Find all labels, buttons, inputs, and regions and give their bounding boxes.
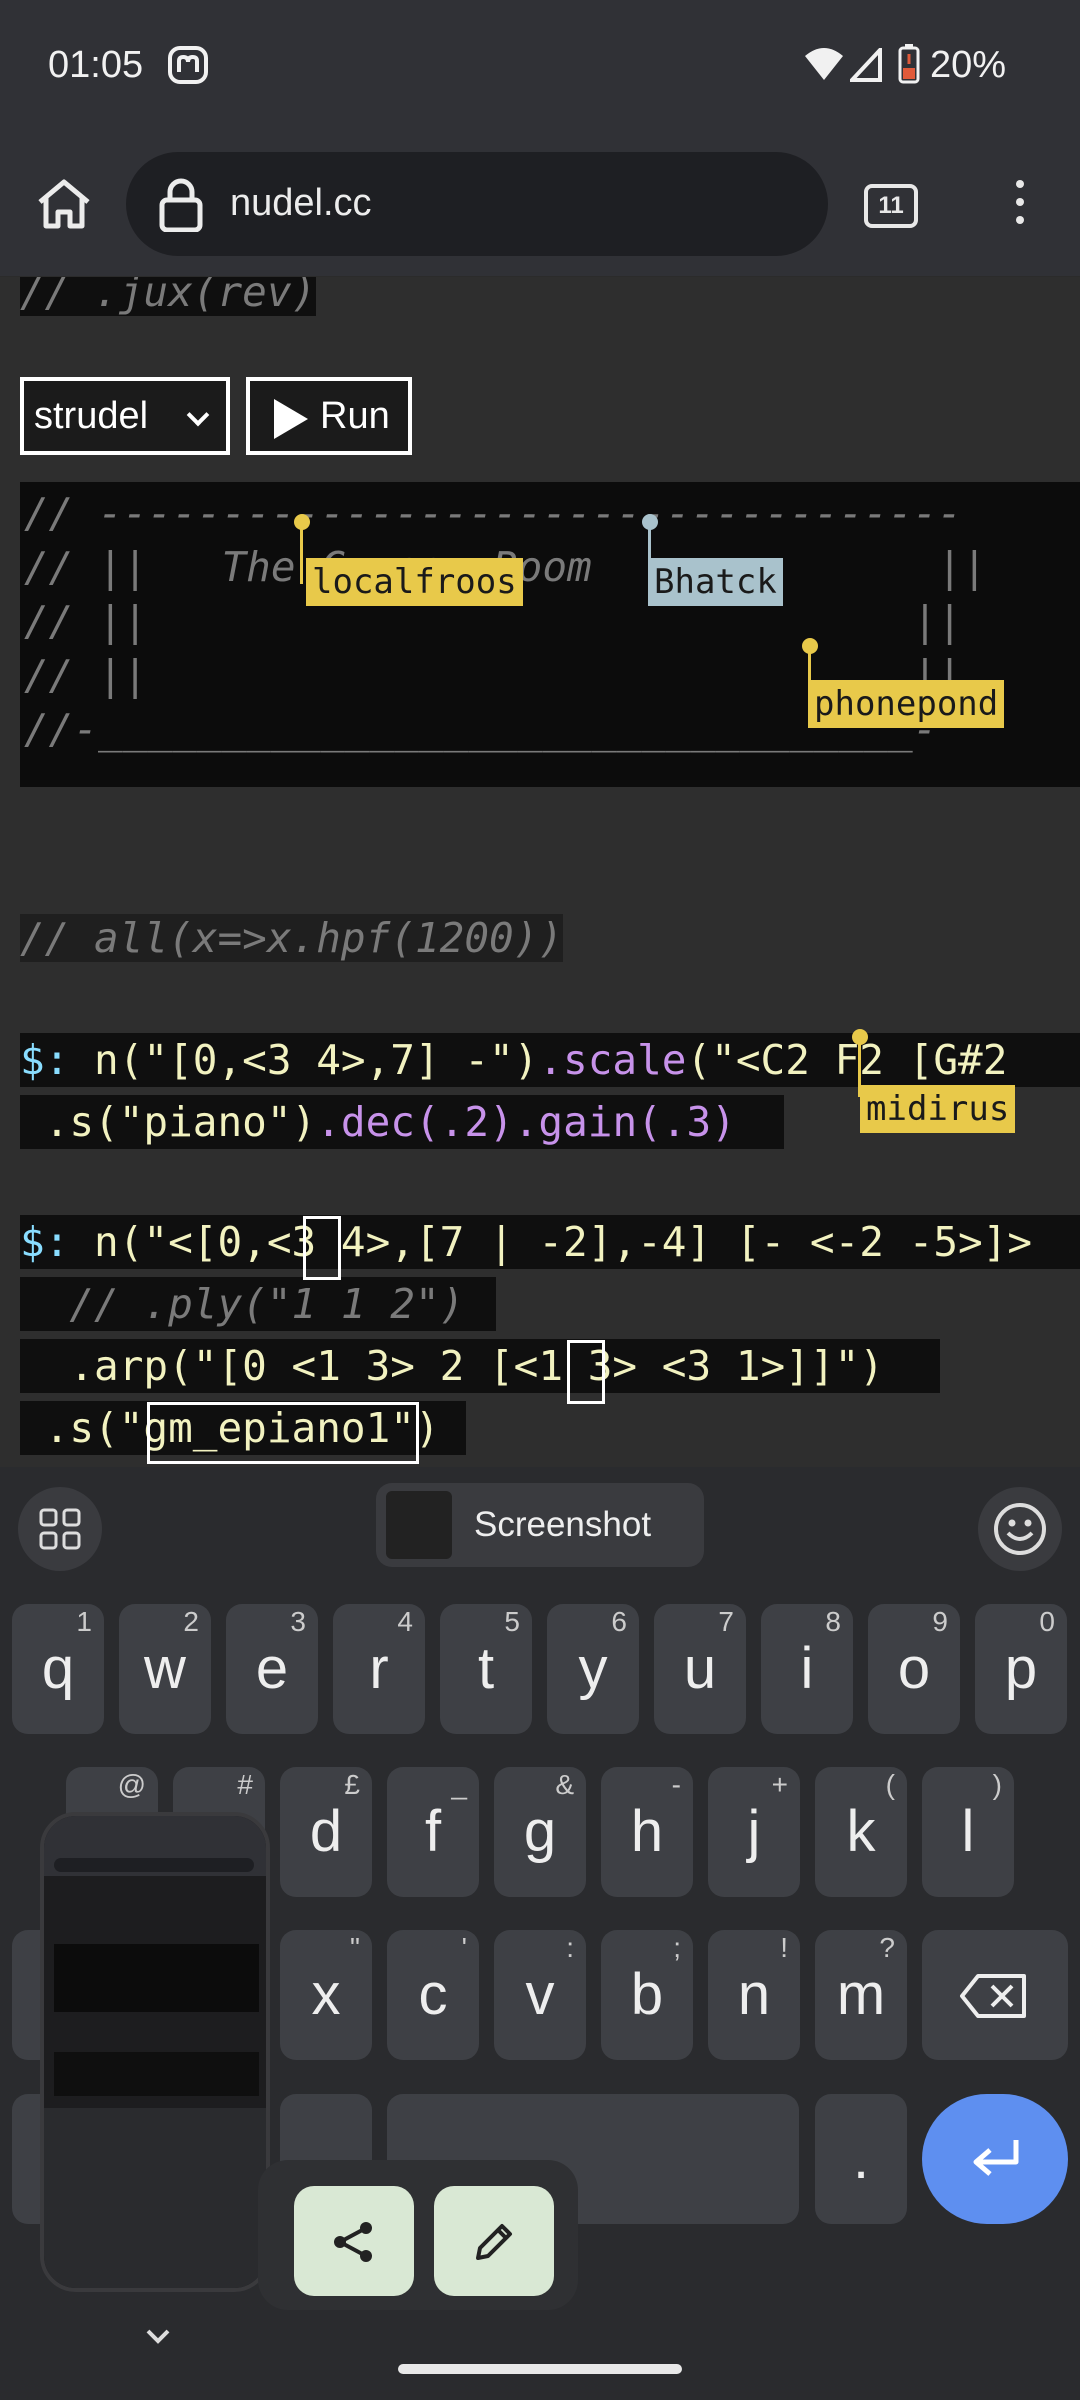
gesture-nav-handle[interactable]	[398, 2364, 682, 2374]
code-line: $: n("[0,<3 4>,7] -").scale("<C2 F2 [G#2	[20, 1033, 1080, 1087]
share-button[interactable]	[294, 2186, 414, 2296]
battery-percent: 20%	[930, 44, 1007, 86]
code-line: .s("piano").dec(.2).gain(.3)	[20, 1095, 784, 1149]
screenshot-thumbnail	[386, 1491, 452, 1559]
key-u[interactable]: u7	[654, 1604, 746, 1734]
language-select-value: strudel	[34, 395, 149, 437]
key-p[interactable]: p0	[975, 1604, 1067, 1734]
pencil-icon	[476, 2224, 512, 2260]
key-g[interactable]: g &	[494, 1767, 586, 1897]
key-i[interactable]: i8	[761, 1604, 853, 1734]
remote-cursor	[300, 522, 303, 584]
run-button-label: Run	[320, 395, 390, 437]
enter-icon	[973, 2140, 1019, 2176]
suggestion-label: Screenshot	[474, 1505, 652, 1544]
key-h[interactable]: h-	[601, 1767, 693, 1897]
active-note-highlight	[567, 1340, 605, 1404]
chevron-down-icon	[186, 403, 210, 427]
code-line-hpf: // all(x=>x.hpf(1200))	[20, 914, 564, 962]
key-k[interactable]: k(	[815, 1767, 907, 1897]
chevron-down-icon[interactable]	[144, 2322, 172, 2350]
backspace-icon	[960, 1974, 1026, 2018]
enter-key[interactable]	[922, 2094, 1068, 2224]
clipboard-suggestion-chip[interactable]: Screenshot	[376, 1483, 704, 1567]
address-bar[interactable]: nudel.cc	[126, 152, 828, 256]
code-line: $: n("<[0,<3 4>,[7 | -2],-4] [- <-2 -5>]…	[20, 1215, 1080, 1269]
period-key[interactable]: .	[815, 2094, 907, 2224]
cursor-label: phonepond	[808, 680, 1005, 728]
backspace-key[interactable]	[922, 1930, 1068, 2060]
key-j[interactable]: j +	[708, 1767, 800, 1897]
lock-icon	[159, 178, 203, 232]
key-v[interactable]: v:	[494, 1930, 586, 2060]
home-icon[interactable]	[34, 174, 94, 234]
key-d[interactable]: d £	[280, 1767, 372, 1897]
key-m[interactable]: m?	[815, 1930, 907, 2060]
language-select[interactable]: strudel	[20, 377, 230, 455]
key-f[interactable]: f _	[387, 1767, 479, 1897]
screenshot-preview[interactable]	[40, 1812, 270, 2292]
wifi-icon	[805, 48, 843, 80]
play-icon	[274, 399, 308, 439]
code-block-cursor-room[interactable]: // ----------------------------------- /…	[20, 482, 1080, 787]
overflow-menu-icon[interactable]	[1000, 174, 1040, 234]
emoji-button[interactable]	[978, 1487, 1062, 1571]
status-time: 01:05	[48, 44, 144, 86]
emoji-icon	[994, 1503, 1046, 1555]
cursor-label: localfroos	[306, 558, 523, 606]
url-text: nudel.cc	[230, 182, 372, 224]
grid-icon	[39, 1508, 81, 1550]
share-icon	[334, 2222, 372, 2262]
cursor-label: Bhatck	[648, 558, 783, 606]
key-q[interactable]: q1	[12, 1604, 104, 1734]
key-r[interactable]: r4	[333, 1604, 425, 1734]
active-sound-highlight	[147, 1402, 419, 1464]
code-line: .arp("[0 <1 3> 2 [<1 3> <3 1>]]")	[20, 1339, 940, 1393]
web-page: // .jux(rev) strudel Run // ------------…	[0, 277, 1080, 1467]
key-n[interactable]: n!	[708, 1930, 800, 2060]
key-c[interactable]: c '	[387, 1930, 479, 2060]
mastodon-icon	[168, 46, 208, 84]
code-line: //-_________________________________-	[24, 705, 938, 753]
signal-icon	[850, 48, 882, 82]
cursor-label: midirus	[860, 1085, 1016, 1133]
key-e[interactable]: e3	[226, 1604, 318, 1734]
key-o[interactable]: o9	[868, 1604, 960, 1734]
tab-switcher-button[interactable]: 11	[864, 184, 918, 228]
run-button[interactable]: Run	[246, 377, 412, 455]
key-x[interactable]: x "	[280, 1930, 372, 2060]
key-l[interactable]: l)	[922, 1767, 1014, 1897]
code-line-jux: // .jux(rev)	[20, 277, 317, 319]
code-line: // -----------------------------------	[24, 489, 962, 537]
key-w[interactable]: w2	[119, 1604, 211, 1734]
active-note-highlight	[303, 1216, 341, 1280]
edit-button[interactable]	[434, 2186, 554, 2296]
key-b[interactable]: b;	[601, 1930, 693, 2060]
keyboard-apps-button[interactable]	[18, 1487, 102, 1571]
key-y[interactable]: y6	[547, 1604, 639, 1734]
key-t[interactable]: t5	[440, 1604, 532, 1734]
screenshot-actions	[258, 2160, 578, 2310]
code-line: // .ply("1 1 2")	[20, 1277, 496, 1331]
status-bar: 01:05 20%	[0, 0, 1080, 130]
battery-icon	[898, 44, 920, 84]
browser-toolbar: nudel.cc 11	[0, 130, 1080, 276]
